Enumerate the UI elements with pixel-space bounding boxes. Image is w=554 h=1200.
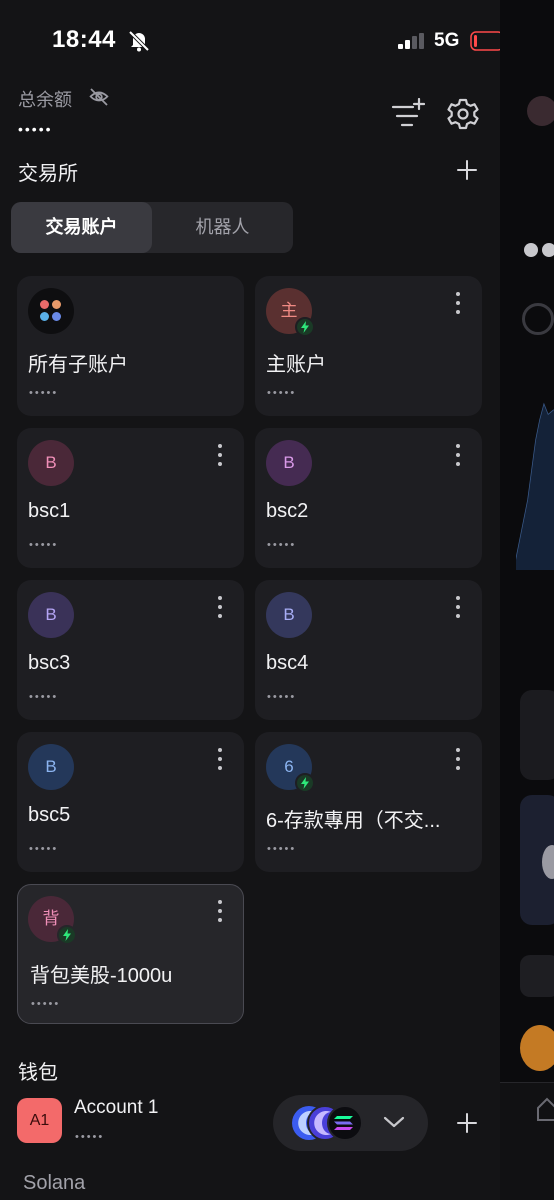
- lightning-badge-icon: [295, 773, 315, 793]
- account-balance: •••••: [29, 691, 59, 703]
- wallet-account-avatar[interactable]: A1: [17, 1098, 62, 1143]
- status-time: 18:44: [52, 26, 116, 53]
- account-balance: •••••: [267, 843, 297, 855]
- background-avatar: [527, 96, 554, 126]
- account-card-bsc5[interactable]: B bsc5 •••••: [17, 732, 244, 872]
- account-card-bsc3[interactable]: B bsc3 •••••: [17, 580, 244, 720]
- lightning-badge-icon: [57, 925, 77, 945]
- bell-off-icon: [128, 30, 150, 52]
- chevron-down-icon: [383, 1116, 405, 1128]
- account-name: bsc4: [266, 652, 309, 674]
- wallet-account-name[interactable]: Account 1: [74, 1097, 159, 1119]
- lightning-badge-icon: [295, 317, 315, 337]
- more-options-icon[interactable]: [448, 290, 468, 316]
- chain-label-solana: Solana: [23, 1172, 86, 1194]
- account-card-main[interactable]: 主 主账户 •••••: [255, 276, 482, 416]
- account-name: bsc5: [28, 804, 71, 826]
- more-options-icon[interactable]: [210, 898, 230, 924]
- account-card-backpack[interactable]: 背 背包美股-1000u •••••: [17, 884, 244, 1024]
- account-card-all[interactable]: 所有子账户 •••••: [17, 276, 244, 416]
- account-switcher-panel: 18:44 5G 总余额 ••••• 交易所 交易账户 机器人 所有子账户 ••…: [0, 0, 500, 1200]
- account-avatar: B: [28, 592, 74, 638]
- account-balance: •••••: [31, 998, 61, 1010]
- more-options-icon[interactable]: [448, 746, 468, 772]
- account-name: 背包美股-1000u: [30, 965, 173, 987]
- account-name: bsc1: [28, 500, 71, 522]
- chain-selector-button[interactable]: [273, 1095, 428, 1151]
- account-name: 6-存款專用（不交...: [266, 810, 441, 832]
- account-name: 所有子账户: [28, 354, 128, 376]
- account-card-bsc4[interactable]: B bsc4 •••••: [255, 580, 482, 720]
- account-balance: •••••: [267, 387, 297, 399]
- account-name: 主账户: [266, 354, 326, 376]
- account-balance: •••••: [29, 539, 59, 551]
- account-balance: •••••: [29, 387, 59, 399]
- background-chip: [520, 955, 554, 997]
- background-card: [520, 690, 554, 780]
- background-dot: [524, 243, 538, 257]
- account-avatar: B: [266, 592, 312, 638]
- more-options-icon[interactable]: [448, 594, 468, 620]
- account-balance: •••••: [267, 539, 297, 551]
- chain-logos-icon: [292, 1105, 363, 1141]
- account-card-bsc2[interactable]: B bsc2 •••••: [255, 428, 482, 568]
- wallet-section-title: 钱包: [18, 1062, 58, 1084]
- account-card-bsc1[interactable]: B bsc1 •••••: [17, 428, 244, 568]
- background-ring: [522, 303, 554, 335]
- account-balance: •••••: [267, 691, 297, 703]
- add-wallet-button[interactable]: [455, 1111, 479, 1135]
- network-type: 5G: [434, 30, 460, 51]
- add-exchange-button[interactable]: [455, 158, 479, 182]
- tab-bots[interactable]: 机器人: [152, 202, 293, 253]
- filter-add-icon[interactable]: [391, 98, 425, 130]
- eye-off-icon[interactable]: [88, 86, 110, 108]
- account-avatar: B: [28, 440, 74, 486]
- account-name: bsc3: [28, 652, 71, 674]
- more-options-icon[interactable]: [448, 442, 468, 468]
- background-screen: [500, 0, 554, 1200]
- account-avatar: B: [266, 440, 312, 486]
- signal-icon: [398, 33, 424, 49]
- account-avatar: B: [28, 744, 74, 790]
- tab-bar: 交易账户 机器人: [11, 202, 293, 253]
- account-card-deposit[interactable]: 6 6-存款專用（不交... •••••: [255, 732, 482, 872]
- more-options-icon[interactable]: [210, 746, 230, 772]
- background-dot: [542, 243, 554, 257]
- total-balance-value: •••••: [18, 121, 53, 137]
- home-icon: [537, 1097, 554, 1121]
- bitcoin-icon: [520, 1025, 554, 1071]
- exchange-section-title: 交易所: [18, 163, 78, 185]
- more-options-icon[interactable]: [210, 442, 230, 468]
- tab-trading-accounts[interactable]: 交易账户: [11, 202, 152, 253]
- all-accounts-icon: [28, 288, 74, 334]
- total-balance-label: 总余额: [18, 90, 72, 110]
- more-options-icon[interactable]: [210, 594, 230, 620]
- background-chart: [516, 402, 554, 570]
- battery-icon: [470, 31, 500, 51]
- wallet-account-balance: •••••: [75, 1131, 105, 1143]
- account-balance: •••••: [29, 843, 59, 855]
- settings-gear-icon[interactable]: [446, 97, 480, 131]
- account-name: bsc2: [266, 500, 309, 522]
